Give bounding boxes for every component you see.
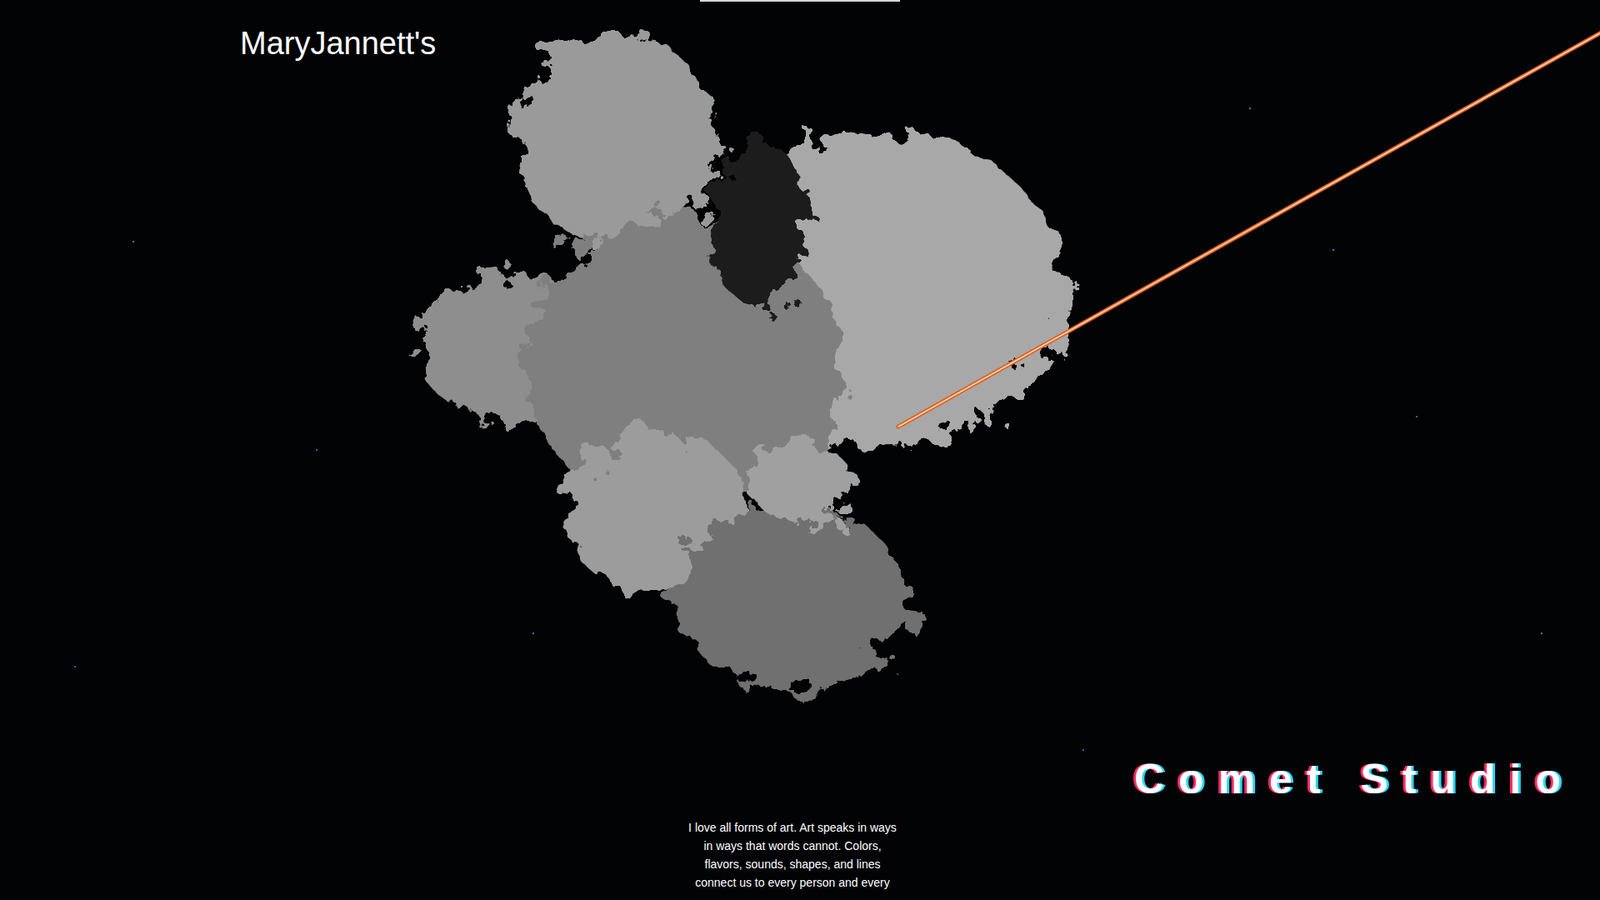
site-title[interactable]: MaryJannett's	[240, 25, 436, 64]
site-header: MaryJannett's	[240, 25, 436, 64]
home-page: MaryJannett's Comet Studio I love all fo…	[0, 0, 1600, 900]
intro-text: I love all forms of art. Art speaks in w…	[685, 818, 900, 892]
brand-name: Comet Studio	[1134, 755, 1575, 804]
artwork-image	[408, 15, 1134, 715]
top-indicator	[700, 0, 900, 2]
